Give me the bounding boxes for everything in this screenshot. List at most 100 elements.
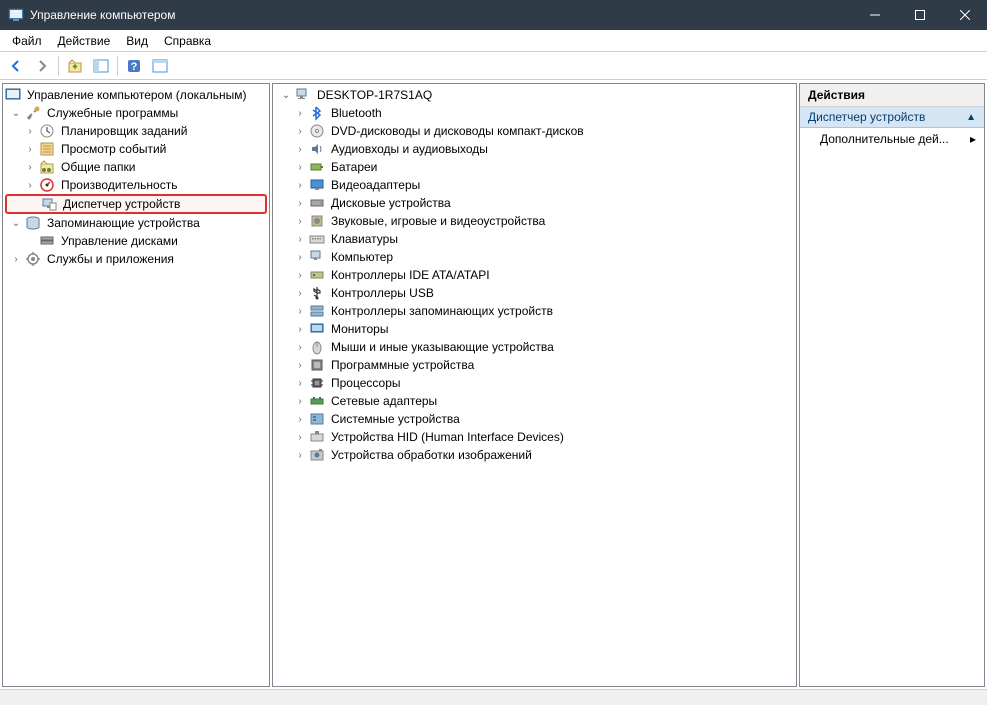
properties-button[interactable]	[148, 54, 172, 78]
expand-icon[interactable]: ›	[293, 268, 307, 282]
expand-icon[interactable]: ›	[293, 394, 307, 408]
device-tree[interactable]: ⌄ DESKTOP-1R7S1AQ ›Bluetooth›DVD-дисково…	[273, 84, 796, 466]
menu-help[interactable]: Справка	[156, 32, 219, 50]
expand-icon[interactable]: ›	[293, 358, 307, 372]
device-root[interactable]: ⌄ DESKTOP-1R7S1AQ	[275, 86, 794, 104]
chevron-right-icon: ▸	[970, 132, 976, 146]
console-tree[interactable]: Управление компьютером (локальным) ⌄ Слу…	[3, 84, 269, 270]
tree-label: Аудиовходы и аудиовыходы	[329, 142, 490, 156]
tree-root[interactable]: Управление компьютером (локальным)	[5, 86, 267, 104]
tree-disk-management[interactable]: › Управление дисками	[5, 232, 267, 250]
menu-file[interactable]: Файл	[4, 32, 50, 50]
expand-icon[interactable]: ›	[23, 160, 37, 174]
expand-icon[interactable]: ›	[293, 178, 307, 192]
device-category[interactable]: › Компьютер	[275, 248, 794, 266]
expand-icon[interactable]: ›	[293, 124, 307, 138]
services-icon	[25, 251, 41, 267]
device-category[interactable]: ›Bluetooth	[275, 104, 794, 122]
device-category[interactable]: ›Устройства обработки изображений	[275, 446, 794, 464]
expand-icon[interactable]: ›	[293, 160, 307, 174]
expand-icon[interactable]: ⌄	[279, 88, 293, 102]
device-category[interactable]: ›Батареи	[275, 158, 794, 176]
maximize-button[interactable]	[897, 0, 942, 30]
tree-performance[interactable]: › Производительность	[5, 176, 267, 194]
device-category[interactable]: › Аудиовходы и аудиовыходы	[275, 140, 794, 158]
expand-icon[interactable]: ›	[293, 196, 307, 210]
tree-services-apps[interactable]: › Службы и приложения	[5, 250, 267, 268]
expand-icon[interactable]: ›	[293, 430, 307, 444]
audio-icon	[309, 141, 325, 157]
expand-icon[interactable]: ›	[293, 250, 307, 264]
menu-action[interactable]: Действие	[50, 32, 119, 50]
expand-icon[interactable]: ›	[293, 232, 307, 246]
device-category[interactable]: › Мониторы	[275, 320, 794, 338]
tree-system-tools[interactable]: ⌄ Служебные программы	[5, 104, 267, 122]
app-icon	[8, 7, 24, 23]
expand-icon[interactable]: ›	[23, 142, 37, 156]
device-category[interactable]: ›Контроллеры запоминающих устройств	[275, 302, 794, 320]
tree-task-scheduler[interactable]: › Планировщик заданий	[5, 122, 267, 140]
tree-label: DESKTOP-1R7S1AQ	[315, 88, 434, 102]
show-hide-tree-button[interactable]	[89, 54, 113, 78]
device-category[interactable]: › Сетевые адаптеры	[275, 392, 794, 410]
tree-label: Компьютер	[329, 250, 395, 264]
expand-icon[interactable]: ›	[293, 106, 307, 120]
expand-icon[interactable]: ›	[293, 448, 307, 462]
device-category[interactable]: ›Дисковые устройства	[275, 194, 794, 212]
device-category[interactable]: ›Устройства HID (Human Interface Devices…	[275, 428, 794, 446]
tree-label: Управление дисками	[59, 234, 180, 248]
tree-event-viewer[interactable]: › Просмотр событий	[5, 140, 267, 158]
tree-label: Службы и приложения	[45, 252, 176, 266]
expand-icon[interactable]: ›	[293, 412, 307, 426]
tree-label: Мыши и иные указывающие устройства	[329, 340, 556, 354]
expand-icon[interactable]: ›	[293, 322, 307, 336]
expand-icon[interactable]: ›	[293, 214, 307, 228]
minimize-button[interactable]	[852, 0, 897, 30]
tree-storage[interactable]: ⌄ Запоминающие устройства	[5, 214, 267, 232]
device-category[interactable]: ›Программные устройства	[275, 356, 794, 374]
back-button[interactable]	[4, 54, 28, 78]
close-button[interactable]	[942, 0, 987, 30]
tree-label: Сетевые адаптеры	[329, 394, 439, 408]
tree-label: Служебные программы	[45, 106, 180, 120]
device-category[interactable]: ›Процессоры	[275, 374, 794, 392]
expand-icon[interactable]: ›	[293, 286, 307, 300]
device-category[interactable]: › Клавиатуры	[275, 230, 794, 248]
device-category[interactable]: › Мыши и иные указывающие устройства	[275, 338, 794, 356]
console-tree-pane: Управление компьютером (локальным) ⌄ Слу…	[2, 83, 270, 687]
device-category[interactable]: ›Видеоадаптеры	[275, 176, 794, 194]
sound-icon	[309, 213, 325, 229]
expand-icon[interactable]: ›	[293, 340, 307, 354]
device-category[interactable]: › Контроллеры IDE ATA/ATAPI	[275, 266, 794, 284]
toolbar-separator	[117, 56, 118, 76]
mouse-icon	[309, 339, 325, 355]
tree-shared-folders[interactable]: › Общие папки	[5, 158, 267, 176]
expand-icon[interactable]: ›	[9, 252, 23, 266]
actions-section[interactable]: Диспетчер устройств ▲	[800, 107, 984, 128]
menu-view[interactable]: Вид	[118, 32, 156, 50]
storage-ctrl-icon	[309, 303, 325, 319]
tree-label: Контроллеры IDE ATA/ATAPI	[329, 268, 492, 282]
device-category[interactable]: › Системные устройства	[275, 410, 794, 428]
expand-icon[interactable]: ›	[23, 178, 37, 192]
tree-label: Системные устройства	[329, 412, 462, 426]
expand-icon[interactable]: ›	[23, 124, 37, 138]
tree-device-manager[interactable]: › Диспетчер устройств	[5, 194, 267, 214]
tree-label: Планировщик заданий	[59, 124, 189, 138]
expand-icon[interactable]: ›	[293, 304, 307, 318]
actions-more[interactable]: Дополнительные дей... ▸	[800, 128, 984, 150]
toolbar: ?	[0, 52, 987, 80]
tree-label: Мониторы	[329, 322, 390, 336]
up-button[interactable]	[63, 54, 87, 78]
clock-icon	[39, 123, 55, 139]
device-category[interactable]: ›DVD-дисководы и дисководы компакт-диско…	[275, 122, 794, 140]
expand-icon[interactable]: ›	[293, 142, 307, 156]
device-category[interactable]: ›Контроллеры USB	[275, 284, 794, 302]
device-category[interactable]: ›Звуковые, игровые и видеоустройства	[275, 212, 794, 230]
expand-icon[interactable]: ⌄	[9, 216, 23, 230]
tree-label: Клавиатуры	[329, 232, 400, 246]
forward-button[interactable]	[30, 54, 54, 78]
expand-icon[interactable]: ›	[293, 376, 307, 390]
expand-icon[interactable]: ⌄	[9, 106, 23, 120]
help-button[interactable]: ?	[122, 54, 146, 78]
